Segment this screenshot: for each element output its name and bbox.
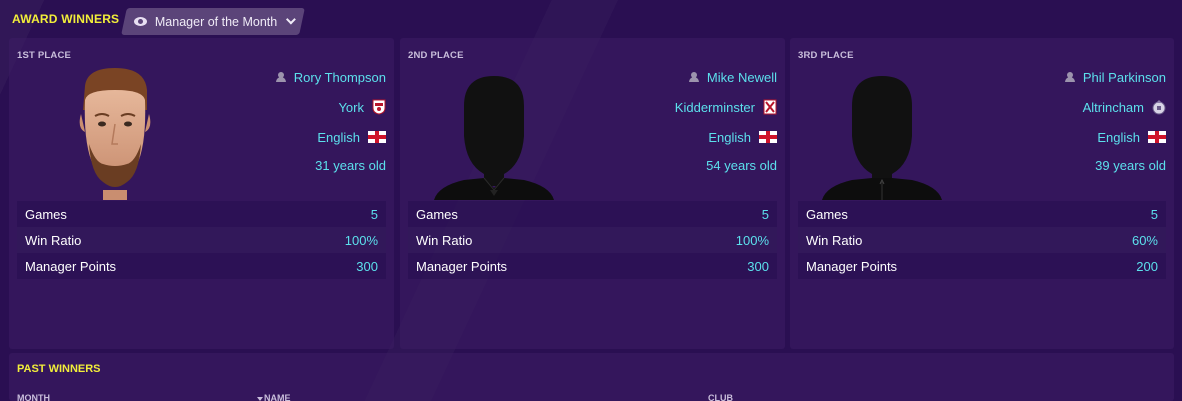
stat-row-win-ratio: Win Ratio 100% — [17, 227, 386, 253]
sort-descending-icon — [257, 396, 263, 401]
stat-label: Games — [416, 206, 458, 222]
column-header-name-label: NAME — [264, 393, 291, 401]
chevron-down-icon — [286, 14, 297, 25]
age-row: 39 years old — [1095, 154, 1166, 176]
past-winners-panel: PAST WINNERS MONTH NAME CLUB — [9, 353, 1174, 401]
club-badge-icon — [372, 99, 386, 115]
nationality-row[interactable]: English — [317, 126, 386, 148]
stat-value: 5 — [761, 206, 769, 222]
stats-table: Games 5 Win Ratio 100% Manager Points 30… — [408, 201, 777, 279]
stats-table: Games 5 Win Ratio 100% Manager Points 30… — [17, 201, 386, 279]
place-label: 2ND PLACE — [408, 50, 464, 61]
manager-silhouette[interactable] — [434, 66, 554, 200]
stat-value: 100% — [344, 232, 378, 248]
stat-value: 60% — [1131, 232, 1158, 248]
eye-icon — [134, 17, 147, 26]
nationality[interactable]: English — [317, 130, 360, 145]
third-place-panel: 3RD PLACE Phil Parkinson Altrincham Engl… — [790, 38, 1174, 349]
club-badge-icon — [1152, 100, 1166, 115]
page-title: AWARD WINNERS — [12, 12, 120, 26]
manager-name-row[interactable]: Rory Thompson — [275, 66, 386, 88]
stat-row-manager-points: Manager Points 300 — [408, 253, 777, 279]
nationality[interactable]: English — [1097, 130, 1140, 145]
manager-name[interactable]: Rory Thompson — [294, 70, 386, 85]
nationality-row[interactable]: English — [1097, 126, 1166, 148]
second-place-panel: 2ND PLACE Mike Newell Kidderminster Engl… — [400, 38, 785, 349]
age-row: 31 years old — [315, 154, 386, 176]
stat-label: Win Ratio — [25, 232, 82, 248]
club-row[interactable]: York — [338, 96, 386, 118]
stat-row-manager-points: Manager Points 200 — [798, 253, 1166, 279]
manager-age: 39 years old — [1095, 157, 1166, 173]
stat-label: Manager Points — [25, 258, 117, 274]
award-view-dropdown[interactable]: Manager of the Month — [121, 8, 305, 35]
club-row[interactable]: Kidderminster — [675, 96, 777, 118]
club-row[interactable]: Altrincham — [1083, 96, 1166, 118]
stat-value: 5 — [370, 206, 378, 222]
place-label: 3RD PLACE — [798, 50, 854, 61]
stat-row-win-ratio: Win Ratio 100% — [408, 227, 777, 253]
manager-name-row[interactable]: Mike Newell — [688, 66, 777, 88]
stat-label: Manager Points — [806, 258, 898, 274]
manager-age: 54 years old — [706, 157, 777, 173]
stats-table: Games 5 Win Ratio 60% Manager Points 200 — [798, 201, 1166, 279]
stat-label: Games — [25, 206, 67, 222]
england-flag-icon — [368, 131, 386, 143]
past-winners-title: PAST WINNERS — [17, 363, 101, 375]
manager-name[interactable]: Mike Newell — [707, 70, 777, 85]
age-row: 54 years old — [706, 154, 777, 176]
stat-value: 100% — [735, 232, 769, 248]
first-place-panel: 1ST PLACE Rory Thompson York English 31 … — [9, 38, 394, 349]
stat-row-win-ratio: Win Ratio 60% — [798, 227, 1166, 253]
nationality[interactable]: English — [708, 130, 751, 145]
stat-label: Manager Points — [416, 258, 508, 274]
club-name[interactable]: York — [338, 100, 364, 115]
stat-row-games: Games 5 — [17, 201, 386, 227]
manager-name[interactable]: Phil Parkinson — [1083, 70, 1166, 85]
club-badge-icon — [763, 99, 777, 115]
manager-silhouette[interactable] — [822, 66, 942, 200]
person-icon — [1064, 72, 1075, 82]
person-icon — [688, 72, 699, 82]
manager-portrait[interactable] — [55, 66, 175, 200]
place-label: 1ST PLACE — [17, 50, 72, 61]
stat-row-manager-points: Manager Points 300 — [17, 253, 386, 279]
nationality-row[interactable]: English — [708, 126, 777, 148]
england-flag-icon — [1148, 131, 1166, 143]
england-flag-icon — [759, 131, 777, 143]
column-header-month[interactable]: MONTH — [17, 393, 50, 401]
person-icon — [275, 72, 286, 82]
award-view-label: Manager of the Month — [155, 14, 278, 29]
column-header-club[interactable]: CLUB — [708, 393, 733, 401]
stat-label: Win Ratio — [416, 232, 473, 248]
column-header-name[interactable]: NAME — [257, 393, 291, 401]
manager-age: 31 years old — [315, 157, 386, 173]
stat-value: 200 — [1136, 258, 1158, 274]
club-name[interactable]: Kidderminster — [675, 100, 755, 115]
manager-name-row[interactable]: Phil Parkinson — [1064, 66, 1166, 88]
stat-value: 300 — [356, 258, 378, 274]
stat-label: Win Ratio — [806, 232, 863, 248]
club-name[interactable]: Altrincham — [1083, 100, 1144, 115]
stat-value: 5 — [1150, 206, 1158, 222]
stat-row-games: Games 5 — [408, 201, 777, 227]
stat-value: 300 — [747, 258, 769, 274]
stat-label: Games — [806, 206, 848, 222]
stat-row-games: Games 5 — [798, 201, 1166, 227]
